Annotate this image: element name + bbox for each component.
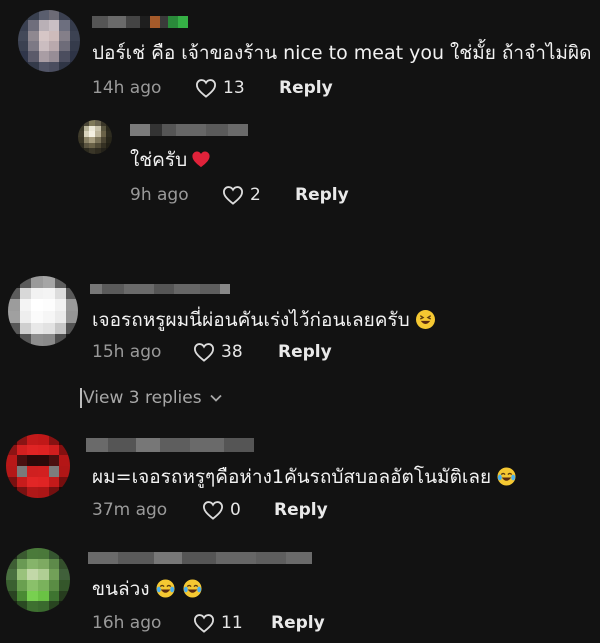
laughing-squint-emoji [415, 310, 435, 329]
reply-button[interactable]: Reply [279, 78, 333, 98]
view-replies-label: View 3 replies [83, 388, 202, 408]
chevron-down-icon [209, 394, 222, 402]
tears-of-joy-emoji [497, 467, 516, 486]
reply-button[interactable]: Reply [278, 342, 332, 362]
avatar[interactable] [6, 434, 70, 498]
timestamp: 14h ago [92, 78, 162, 98]
like-count: 11 [221, 613, 243, 633]
comment-text: ขนล่วง [92, 577, 202, 601]
timestamp: 15h ago [92, 342, 162, 362]
like-button[interactable]: 2 [222, 185, 295, 205]
comment-meta: 16h ago 11 Reply [92, 613, 325, 633]
comment-item: ผม=เจอรถหรูๆคือห่าง1คันรถบัสบอลอัตโนมัติ… [0, 428, 600, 538]
red-heart-emoji [192, 151, 210, 168]
tears-of-joy-emoji [183, 579, 202, 598]
username-blurred[interactable] [86, 438, 254, 452]
view-replies-button[interactable]: View 3 replies [80, 388, 222, 408]
avatar[interactable] [78, 120, 112, 154]
username-blurred[interactable] [90, 284, 230, 294]
like-count: 2 [250, 185, 261, 205]
username-blurred[interactable] [130, 124, 248, 136]
reply-button[interactable]: Reply [271, 613, 325, 633]
heart-outline-icon [193, 343, 215, 362]
username-blurred[interactable] [88, 552, 312, 564]
like-count: 0 [230, 500, 241, 520]
heart-outline-icon [202, 501, 224, 520]
like-count: 38 [221, 342, 243, 362]
avatar[interactable] [18, 10, 80, 72]
avatar[interactable] [8, 276, 78, 346]
comment-text: ปอร์เช่ คือ เจ้าของร้าน nice to meat you… [92, 42, 592, 64]
avatar[interactable] [6, 548, 70, 612]
reply-button[interactable]: Reply [274, 500, 328, 520]
username-blurred[interactable] [92, 16, 188, 28]
comment-text: ใช่ครับ [130, 148, 211, 172]
comment-item: เจอรถหรูผมนี่ผ่อนคันเร่งไว้ก่อนเลยครับ [0, 270, 600, 380]
heart-outline-icon [193, 614, 215, 633]
comment-text: ผม=เจอรถหรูๆคือห่าง1คันรถบัสบอลอัตโนมัติ… [92, 465, 516, 489]
heart-outline-icon [222, 186, 244, 205]
heart-outline-icon [195, 79, 217, 98]
like-button[interactable]: 11 [193, 613, 271, 633]
like-button[interactable]: 0 [202, 500, 274, 520]
comment-text: เจอรถหรูผมนี่ผ่อนคันเร่งไว้ก่อนเลยครับ [92, 308, 435, 332]
timestamp: 37m ago [92, 500, 168, 520]
timestamp: 9h ago [130, 185, 189, 205]
comment-meta: 15h ago 38 Reply [92, 342, 332, 362]
like-count: 13 [223, 78, 245, 98]
timestamp: 16h ago [92, 613, 162, 633]
like-button[interactable]: 13 [195, 78, 279, 98]
like-button[interactable]: 38 [193, 342, 278, 362]
comment-meta: 14h ago 13 Reply [92, 78, 333, 98]
reply-button[interactable]: Reply [295, 185, 349, 205]
comment-item: ปอร์เช่ คือ เจ้าของร้าน nice to meat you… [0, 0, 600, 110]
tears-of-joy-emoji [156, 579, 175, 598]
reply-meta: 9h ago 2 Reply [130, 185, 349, 205]
text-cursor [80, 388, 82, 408]
comment-meta: 37m ago 0 Reply [92, 500, 328, 520]
